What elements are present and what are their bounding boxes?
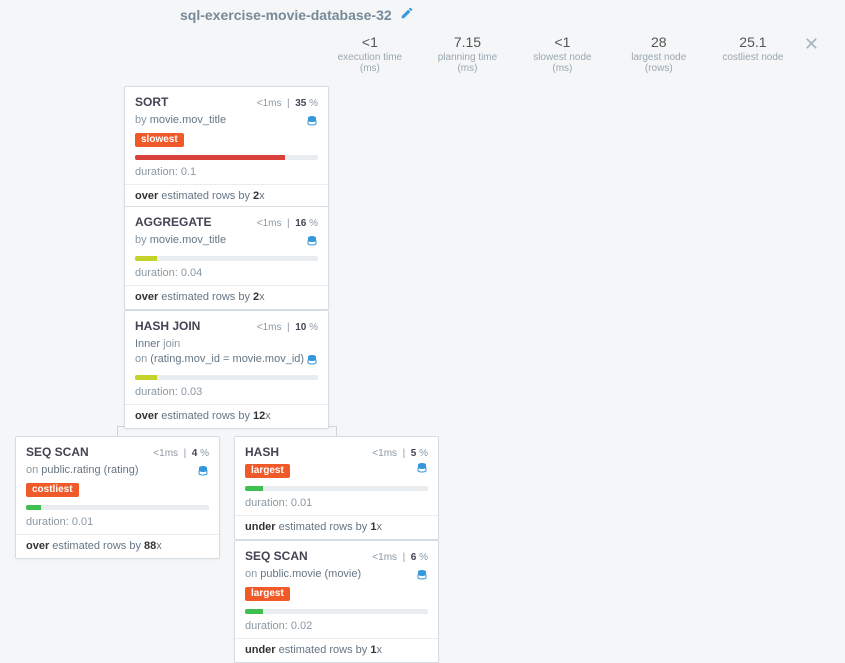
stat-value: 7.15 [432, 34, 503, 50]
node-header: HASH JOIN <1ms | 10 % [135, 319, 318, 333]
stat-largest-node: 28 largest node (rows) [610, 34, 708, 74]
plan-title: sql-exercise-movie-database-32 [180, 7, 392, 23]
node-header: SORT <1ms | 35 % [135, 95, 318, 109]
edit-title-icon[interactable] [400, 6, 414, 23]
node-operation: SEQ SCAN [26, 445, 89, 459]
node-tag-slowest: slowest [135, 133, 184, 147]
database-icon[interactable] [416, 461, 428, 478]
divider [235, 515, 438, 516]
node-metrics: <1ms | 5 % [372, 448, 428, 459]
node-header: AGGREGATE <1ms | 16 % [135, 215, 318, 229]
node-metrics: <1ms | 35 % [257, 98, 318, 109]
plan-node-hash[interactable]: HASH <1ms | 5 % largest duration: 0.01 u… [234, 436, 439, 540]
plan-node-seq-scan-movie[interactable]: SEQ SCAN <1ms | 6 % on public.movie (mov… [234, 540, 439, 663]
database-icon[interactable] [197, 464, 209, 481]
node-duration: duration: 0.03 [135, 386, 318, 398]
close-icon[interactable]: ✕ [798, 34, 825, 55]
node-header: SEQ SCAN <1ms | 6 % [245, 549, 428, 563]
node-metrics: <1ms | 16 % [257, 218, 318, 229]
node-estimate: over estimated rows by 12x [135, 410, 318, 422]
stat-value: 25.1 [720, 34, 786, 50]
database-icon[interactable] [306, 353, 318, 370]
node-tag-largest: largest [245, 587, 290, 601]
database-icon[interactable] [306, 234, 318, 251]
database-icon[interactable] [306, 114, 318, 131]
divider [125, 184, 328, 185]
plan-node-sort[interactable]: SORT <1ms | 35 % by movie.mov_title slow… [124, 86, 329, 209]
stat-value: <1 [332, 34, 408, 50]
node-bar [135, 256, 318, 261]
stat-label: slowest node (ms) [527, 52, 597, 74]
node-estimate: under estimated rows by 1x [245, 644, 428, 656]
node-estimate: under estimated rows by 1x [245, 521, 428, 533]
node-operation: SORT [135, 95, 168, 109]
plan-node-aggregate[interactable]: AGGREGATE <1ms | 16 % by movie.mov_title… [124, 206, 329, 310]
node-tag-costliest: costliest [26, 483, 79, 497]
page-title-bar: sql-exercise-movie-database-32 [180, 6, 414, 23]
node-duration: duration: 0.1 [135, 166, 318, 178]
node-duration: duration: 0.02 [245, 620, 428, 632]
node-detail: by movie.mov_title [135, 113, 318, 128]
divider [125, 285, 328, 286]
stat-planning-time: 7.15 planning time (ms) [420, 34, 515, 74]
node-bar [26, 505, 209, 510]
node-bar [245, 486, 428, 491]
stat-value: 28 [622, 34, 696, 50]
stat-label: planning time (ms) [432, 52, 503, 74]
divider [16, 534, 219, 535]
node-metrics: <1ms | 10 % [257, 322, 318, 333]
node-duration: duration: 0.04 [135, 267, 318, 279]
stats-row: <1 execution time (ms) 7.15 planning tim… [320, 34, 825, 74]
stat-costliest-node: 25.1 costliest node [708, 34, 798, 63]
node-operation: AGGREGATE [135, 215, 211, 229]
node-detail: by movie.mov_title [135, 233, 318, 248]
node-operation: HASH JOIN [135, 319, 200, 333]
node-estimate: over estimated rows by 2x [135, 291, 318, 303]
node-detail: on public.movie (movie) [245, 567, 428, 582]
node-duration: duration: 0.01 [26, 516, 209, 528]
node-bar [135, 375, 318, 380]
node-bar [135, 155, 318, 160]
node-tag-largest: largest [245, 464, 290, 478]
plan-node-seq-scan-rating[interactable]: SEQ SCAN <1ms | 4 % on public.rating (ra… [15, 436, 220, 559]
divider [235, 638, 438, 639]
node-metrics: <1ms | 4 % [153, 448, 209, 459]
node-operation: SEQ SCAN [245, 549, 308, 563]
node-metrics: <1ms | 6 % [372, 552, 428, 563]
divider [125, 404, 328, 405]
stat-value: <1 [527, 34, 597, 50]
node-header: SEQ SCAN <1ms | 4 % [26, 445, 209, 459]
node-detail: on public.rating (rating) [26, 463, 209, 478]
stat-label: execution time (ms) [332, 52, 408, 74]
node-header: HASH <1ms | 5 % [245, 445, 428, 459]
stat-label: largest node (rows) [622, 52, 696, 74]
node-detail: Inner join on (rating.mov_id = movie.mov… [135, 337, 318, 367]
node-bar [245, 609, 428, 614]
node-estimate: over estimated rows by 2x [135, 190, 318, 202]
stat-slowest-node: <1 slowest node (ms) [515, 34, 609, 74]
tree-connector [117, 426, 118, 436]
database-icon[interactable] [416, 568, 428, 585]
stat-execution-time: <1 execution time (ms) [320, 34, 420, 74]
node-operation: HASH [245, 445, 279, 459]
node-estimate: over estimated rows by 88x [26, 540, 209, 552]
tree-connector [336, 426, 337, 436]
stat-label: costliest node [720, 52, 786, 63]
plan-node-hash-join[interactable]: HASH JOIN <1ms | 10 % Inner join on (rat… [124, 310, 329, 429]
node-duration: duration: 0.01 [245, 497, 428, 509]
